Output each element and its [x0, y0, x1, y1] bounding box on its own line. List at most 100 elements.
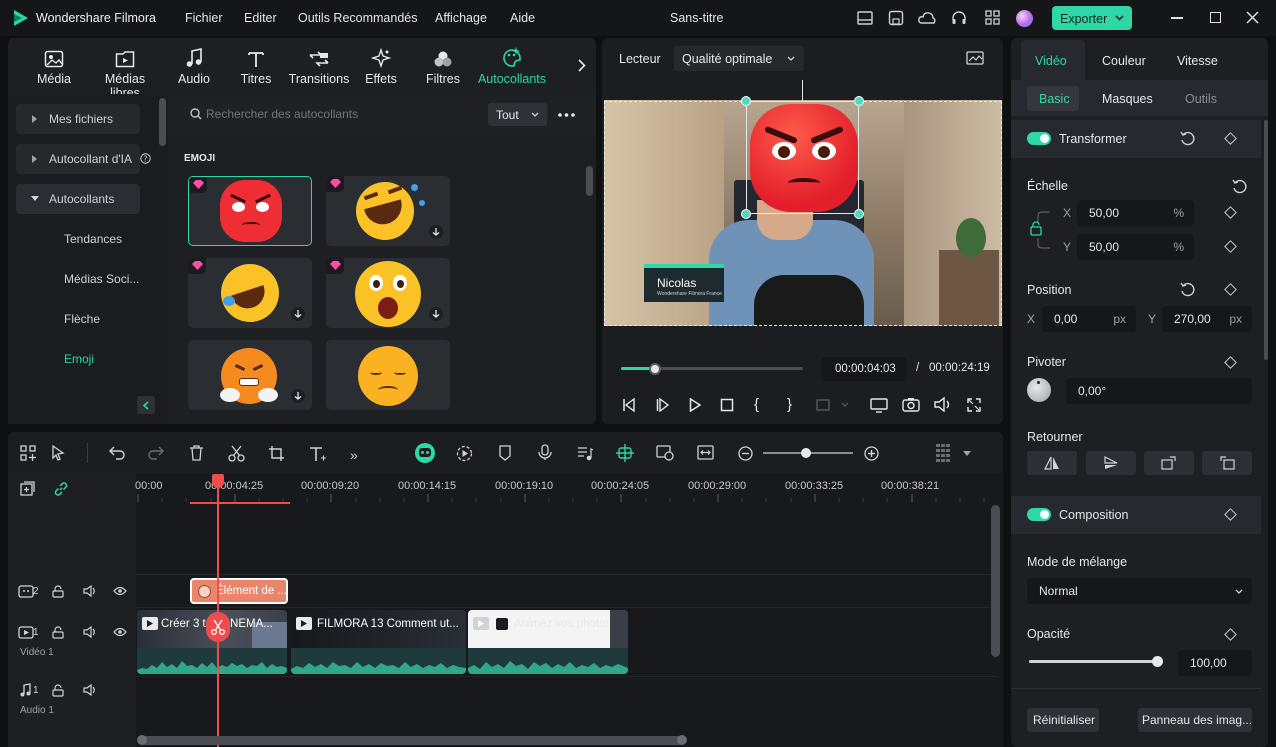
eye-icon[interactable]	[113, 586, 127, 596]
transform-toggle[interactable]	[1027, 132, 1051, 145]
opacity-input[interactable]: 100,00	[1178, 650, 1252, 676]
sticker-selection-box[interactable]	[746, 101, 859, 214]
speaker-icon[interactable]	[83, 585, 97, 597]
previous-frame-icon[interactable]	[622, 398, 636, 412]
stop-icon[interactable]	[720, 398, 734, 412]
select-cursor-icon[interactable]	[51, 445, 68, 461]
headset-icon[interactable]	[951, 10, 967, 26]
properties-scrollbar[interactable]	[1264, 120, 1268, 360]
volume-icon[interactable]	[934, 397, 952, 412]
zoom-slider-knob[interactable]	[801, 448, 811, 458]
current-time-field[interactable]: 00:00:04:03	[821, 357, 907, 381]
playback-knob[interactable]	[649, 363, 661, 375]
menu-aide[interactable]: Aide	[510, 11, 535, 25]
quality-dropdown[interactable]: Qualité optimale	[674, 46, 804, 71]
resize-handle[interactable]	[854, 96, 864, 106]
sticker-angry[interactable]	[188, 176, 312, 246]
tab-vitesse[interactable]: Vitesse	[1177, 54, 1218, 68]
avatar[interactable]	[1016, 10, 1033, 27]
speaker-icon[interactable]	[83, 684, 97, 696]
lock-icon[interactable]	[52, 684, 64, 697]
menu-fichier[interactable]: Fichier	[185, 11, 223, 25]
tab-couleur[interactable]: Couleur	[1102, 54, 1146, 68]
mark-out-icon[interactable]: }	[787, 396, 792, 413]
lock-icon[interactable]	[52, 585, 64, 598]
tab-medias-libres[interactable]: Médias libres	[89, 46, 161, 100]
zoom-in-icon[interactable]	[864, 446, 879, 461]
sidebar-item-autocollant-ia[interactable]: Autocollant d'IA ?	[16, 144, 151, 174]
timeline-vertical-scrollbar[interactable]	[991, 505, 1000, 657]
next-frame-icon[interactable]	[656, 398, 670, 412]
sidebar-sub-fleche[interactable]: Flèche	[64, 312, 100, 326]
delete-icon[interactable]	[189, 445, 204, 461]
download-icon[interactable]	[290, 306, 306, 322]
marker-icon[interactable]	[498, 445, 512, 461]
sidebar-scrollbar[interactable]	[159, 98, 166, 146]
rotate-counterclockwise-button[interactable]	[1202, 451, 1252, 475]
chevron-right-icon[interactable]	[578, 59, 586, 72]
resize-handle[interactable]	[854, 209, 864, 219]
track-grid-icon[interactable]	[936, 444, 950, 462]
cloud-icon[interactable]	[918, 10, 936, 26]
undo-icon[interactable]	[109, 446, 125, 460]
minimize-button[interactable]	[1171, 17, 1183, 19]
export-button[interactable]: Exporter	[1052, 6, 1132, 30]
rotate-clockwise-button[interactable]	[1144, 451, 1194, 475]
download-icon[interactable]	[428, 224, 444, 240]
link-icon[interactable]	[53, 481, 69, 497]
sidebar-sub-tendances[interactable]: Tendances	[64, 232, 122, 246]
reset-icon[interactable]	[1180, 131, 1195, 146]
sidebar-sub-medias-sociaux[interactable]: Médias Soci...	[64, 272, 139, 286]
blend-mode-dropdown[interactable]: Normal	[1027, 578, 1252, 604]
layout-grid-icon[interactable]	[20, 445, 36, 461]
tab-titres[interactable]: Titres	[221, 46, 291, 86]
display-icon[interactable]	[870, 398, 888, 413]
more-options-icon[interactable]	[558, 113, 575, 117]
fullscreen-icon[interactable]	[967, 398, 981, 412]
sticker-shocked[interactable]	[326, 258, 450, 328]
caret-down-icon[interactable]	[963, 451, 971, 456]
text-tool-icon[interactable]	[309, 446, 327, 462]
redo-icon[interactable]	[148, 446, 164, 460]
sticker-clip[interactable]: Élément de ...	[190, 578, 288, 604]
split-scissors-button[interactable]	[206, 612, 230, 642]
timeline-horizontal-scrollbar[interactable]	[140, 736, 685, 745]
reset-button[interactable]: Réinitialiser	[1027, 708, 1099, 732]
adjustment-panel-button[interactable]: Panneau des imag...	[1138, 708, 1252, 732]
search-input[interactable]	[206, 104, 476, 124]
add-track-icon[interactable]	[20, 481, 35, 496]
rotation-input[interactable]: 0,00°	[1066, 378, 1252, 404]
menu-outils[interactable]: Outils Recommandés	[298, 11, 418, 25]
stickers-scrollbar[interactable]	[586, 166, 593, 196]
zoom-out-icon[interactable]	[738, 446, 753, 461]
save-icon[interactable]	[888, 10, 904, 26]
collapse-sidebar-button[interactable]	[137, 396, 155, 414]
camera-icon[interactable]	[902, 397, 920, 412]
reset-icon[interactable]	[1232, 179, 1247, 194]
video-clip[interactable]: Animez vos photos	[468, 610, 628, 674]
mark-in-icon[interactable]: {	[754, 396, 759, 413]
menu-affichage[interactable]: Affichage	[435, 11, 487, 25]
subtab-masques[interactable]: Masques	[1102, 92, 1153, 106]
scale-x-input[interactable]: 50,00%	[1077, 200, 1194, 226]
flip-vertical-button[interactable]	[1086, 451, 1136, 475]
close-button[interactable]	[1246, 11, 1259, 24]
resize-handle[interactable]	[741, 209, 751, 219]
play-icon[interactable]	[689, 398, 701, 412]
playhead-handle[interactable]	[212, 474, 224, 488]
resize-handle[interactable]	[741, 96, 751, 106]
more-tools-icon[interactable]: »	[350, 447, 358, 463]
tab-filtres[interactable]: Filtres	[408, 46, 478, 86]
sidebar-item-autocollants[interactable]: Autocollants	[16, 184, 140, 214]
crop-icon[interactable]	[268, 445, 285, 462]
tab-transitions[interactable]: Transitions	[284, 46, 354, 86]
microphone-icon[interactable]	[538, 444, 552, 461]
layout-icon[interactable]	[857, 11, 873, 25]
menu-editer[interactable]: Editer	[244, 11, 277, 25]
composition-toggle[interactable]	[1027, 508, 1051, 521]
scale-link-lock-icon[interactable]	[1028, 210, 1052, 250]
tab-effets[interactable]: Effets	[346, 46, 416, 86]
sticker-steam[interactable]	[188, 340, 312, 410]
lock-icon[interactable]	[52, 626, 64, 639]
filter-dropdown[interactable]: Tout	[488, 103, 547, 126]
